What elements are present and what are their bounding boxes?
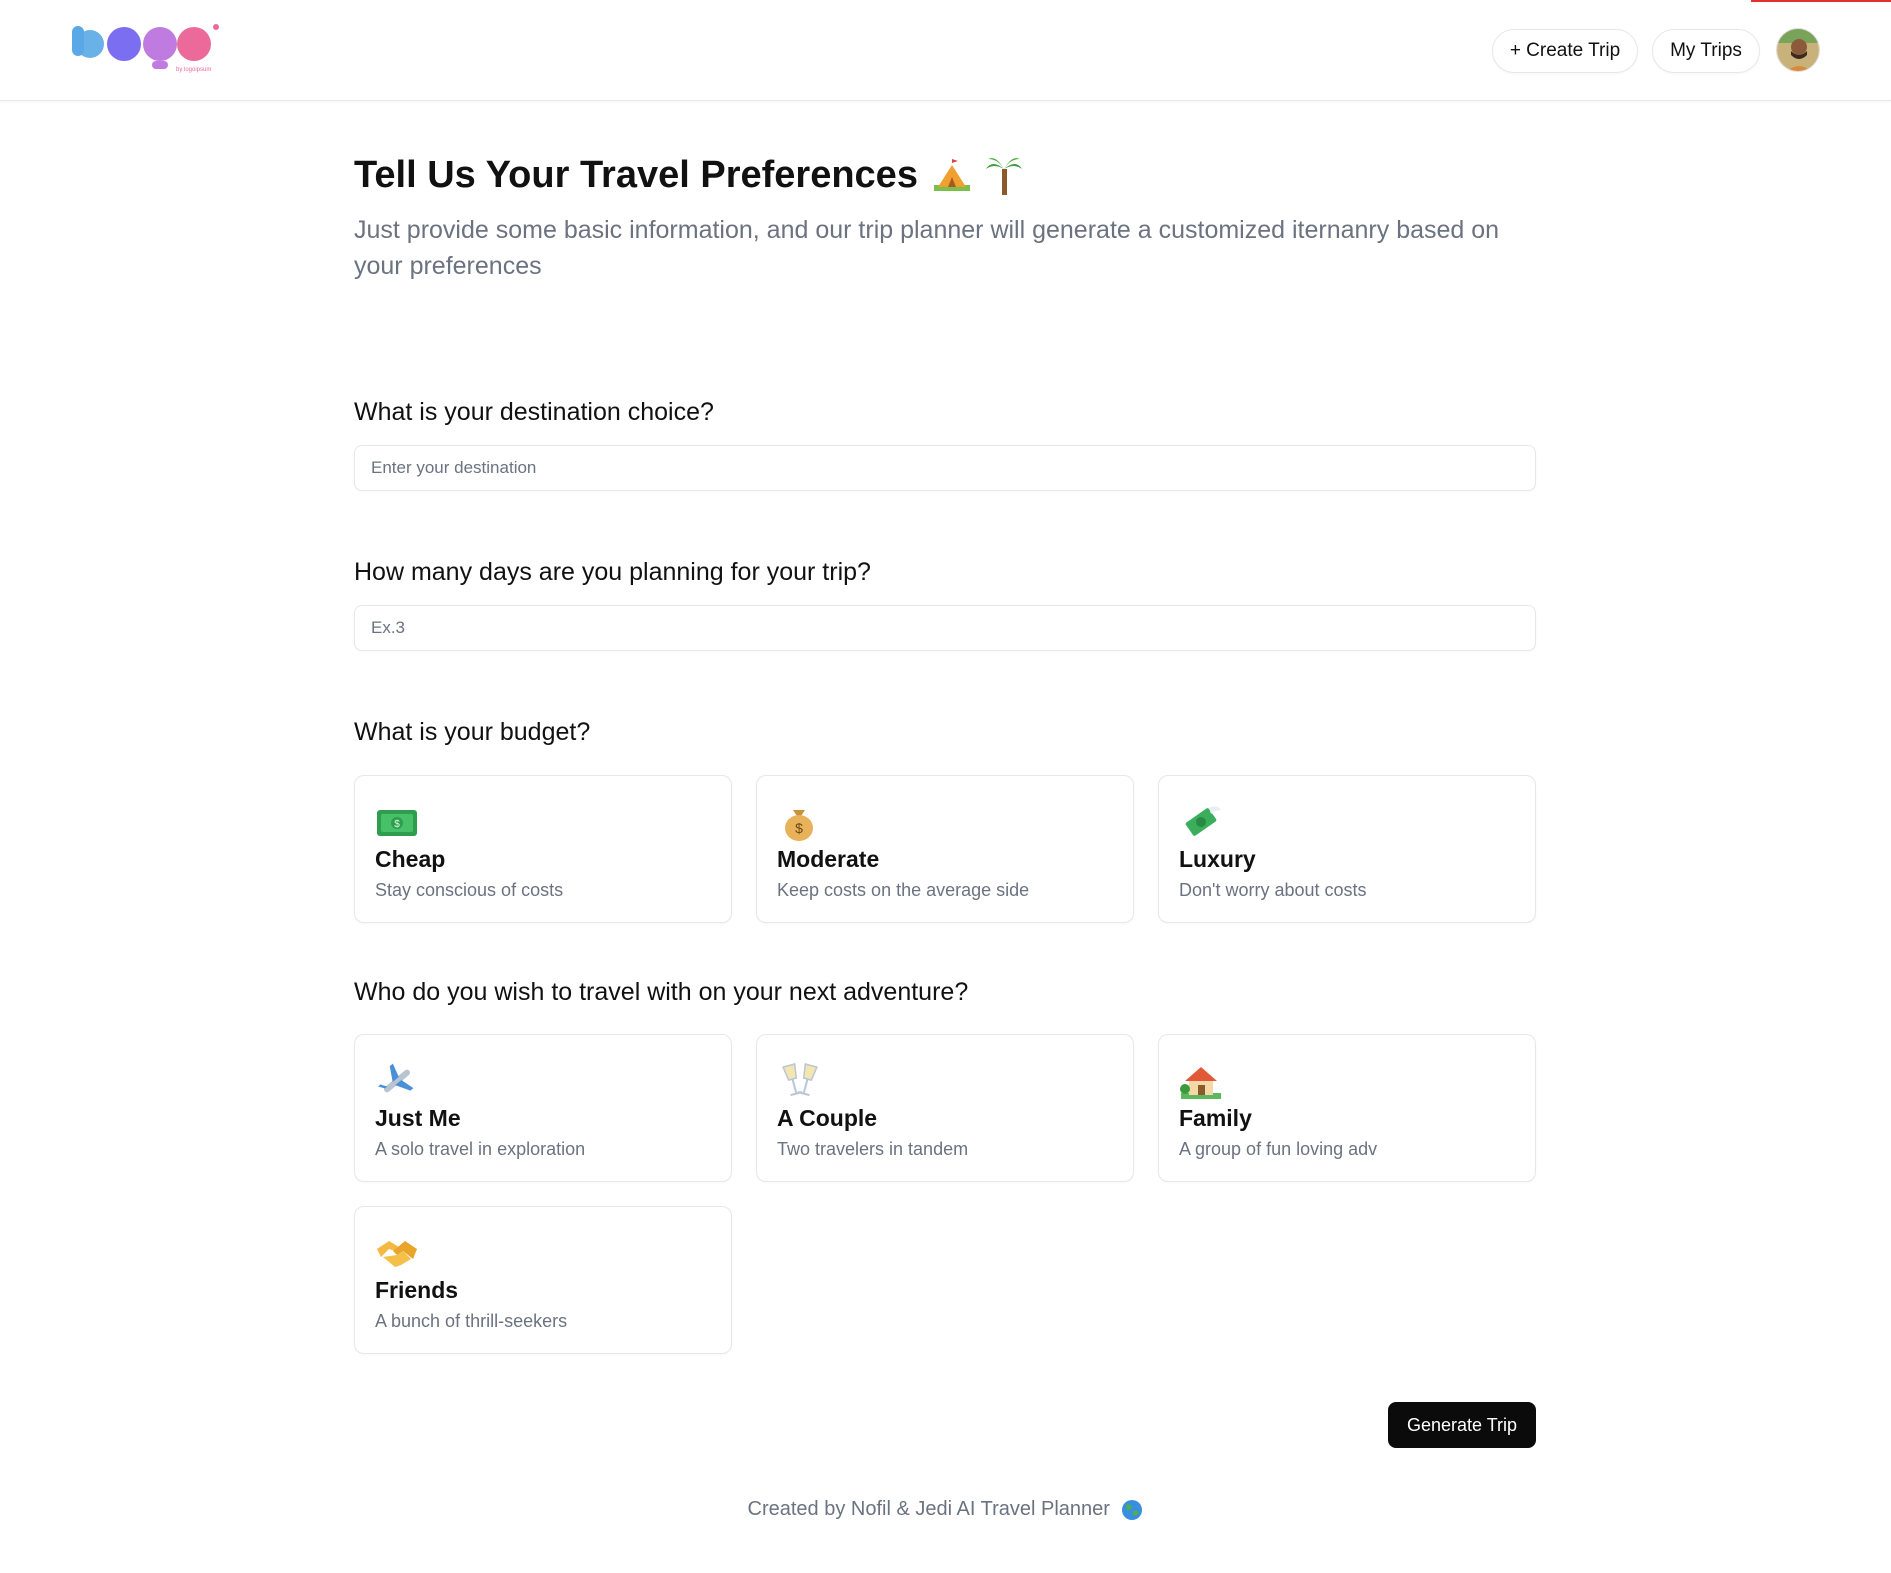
page-title: Tell Us Your Travel Preferences [354, 150, 1536, 200]
budget-option-desc: Keep costs on the average side [777, 880, 1030, 900]
traveler-option-title: Just Me [375, 1105, 461, 1131]
budget-option-cheap[interactable]: $ Cheap Stay conscious of costs [354, 775, 732, 923]
top-navbar: by logoipsum + Create Trip My Trips [0, 0, 1891, 101]
traveler-option-just-me[interactable]: Just Me A solo travel in exploration [354, 1034, 732, 1182]
page-subtitle: Just provide some basic information, and… [354, 216, 1500, 280]
traveler-option-a-couple[interactable]: A Couple Two travelers in tandem [756, 1034, 1134, 1182]
traveler-option-title: Family [1179, 1105, 1252, 1131]
traveler-option-family[interactable]: Family A group of fun loving adv [1158, 1034, 1536, 1182]
budget-option-title: Cheap [375, 846, 446, 872]
travelers-question: Who do you wish to travel with on your n… [354, 978, 969, 1006]
globe-icon [1122, 1499, 1143, 1520]
palm-tree-icon [985, 158, 1022, 195]
money-wings-icon [1185, 806, 1221, 836]
traveler-option-desc: A solo travel in exploration [375, 1139, 586, 1159]
my-trips-button[interactable]: My Trips [1652, 29, 1760, 73]
money-bag-icon: $ [785, 810, 813, 841]
budget-option-title: Luxury [1179, 846, 1256, 872]
clinking-glasses-icon [782, 1063, 818, 1097]
house-icon [1180, 1067, 1221, 1099]
footer-text: Created by Nofil & Jedi AI Travel Planne… [747, 1498, 1110, 1520]
user-avatar[interactable] [1776, 28, 1820, 72]
svg-text:$: $ [394, 819, 400, 830]
create-trip-button[interactable]: + Create Trip [1492, 29, 1638, 73]
handshake-icon [377, 1241, 417, 1267]
footer: Created by Nofil & Jedi AI Travel Planne… [0, 1498, 1891, 1521]
logo[interactable]: by logoipsum [68, 22, 228, 78]
traveler-option-title: Friends [375, 1277, 459, 1303]
main-content: Tell Us Your Travel Preferences Just pro… [354, 150, 1536, 1448]
airplane-icon [378, 1063, 414, 1093]
cash-icon: $ [377, 810, 417, 836]
budget-question: What is your budget? [354, 718, 591, 746]
logo-caption: by logoipsum [176, 67, 211, 73]
traveler-option-desc: Two travelers in tandem [777, 1139, 969, 1159]
page-title-text: Tell Us Your Travel Preferences [354, 154, 918, 196]
user-avatar-icon [1777, 29, 1819, 71]
generate-trip-button[interactable]: Generate Trip [1388, 1402, 1536, 1448]
days-question: How many days are you planning for your … [354, 558, 871, 586]
svg-text:$: $ [795, 820, 803, 836]
budget-option-desc: Don't worry about costs [1179, 880, 1367, 900]
destination-input[interactable] [354, 445, 1536, 491]
budget-option-moderate[interactable]: $ Moderate Keep costs on the average sid… [756, 775, 1134, 923]
traveler-option-desc: A bunch of thrill-seekers [375, 1311, 568, 1331]
budget-option-luxury[interactable]: Luxury Don't worry about costs [1158, 775, 1536, 923]
budget-option-desc: Stay conscious of costs [375, 880, 564, 900]
traveler-option-desc: A group of fun loving adv [1179, 1139, 1378, 1159]
days-input[interactable] [354, 605, 1536, 651]
camping-icon [933, 159, 970, 191]
traveler-option-friends[interactable]: Friends A bunch of thrill-seekers [354, 1206, 732, 1354]
destination-question: What is your destination choice? [354, 398, 714, 426]
traveler-option-title: A Couple [777, 1105, 878, 1131]
budget-option-title: Moderate [777, 846, 880, 872]
